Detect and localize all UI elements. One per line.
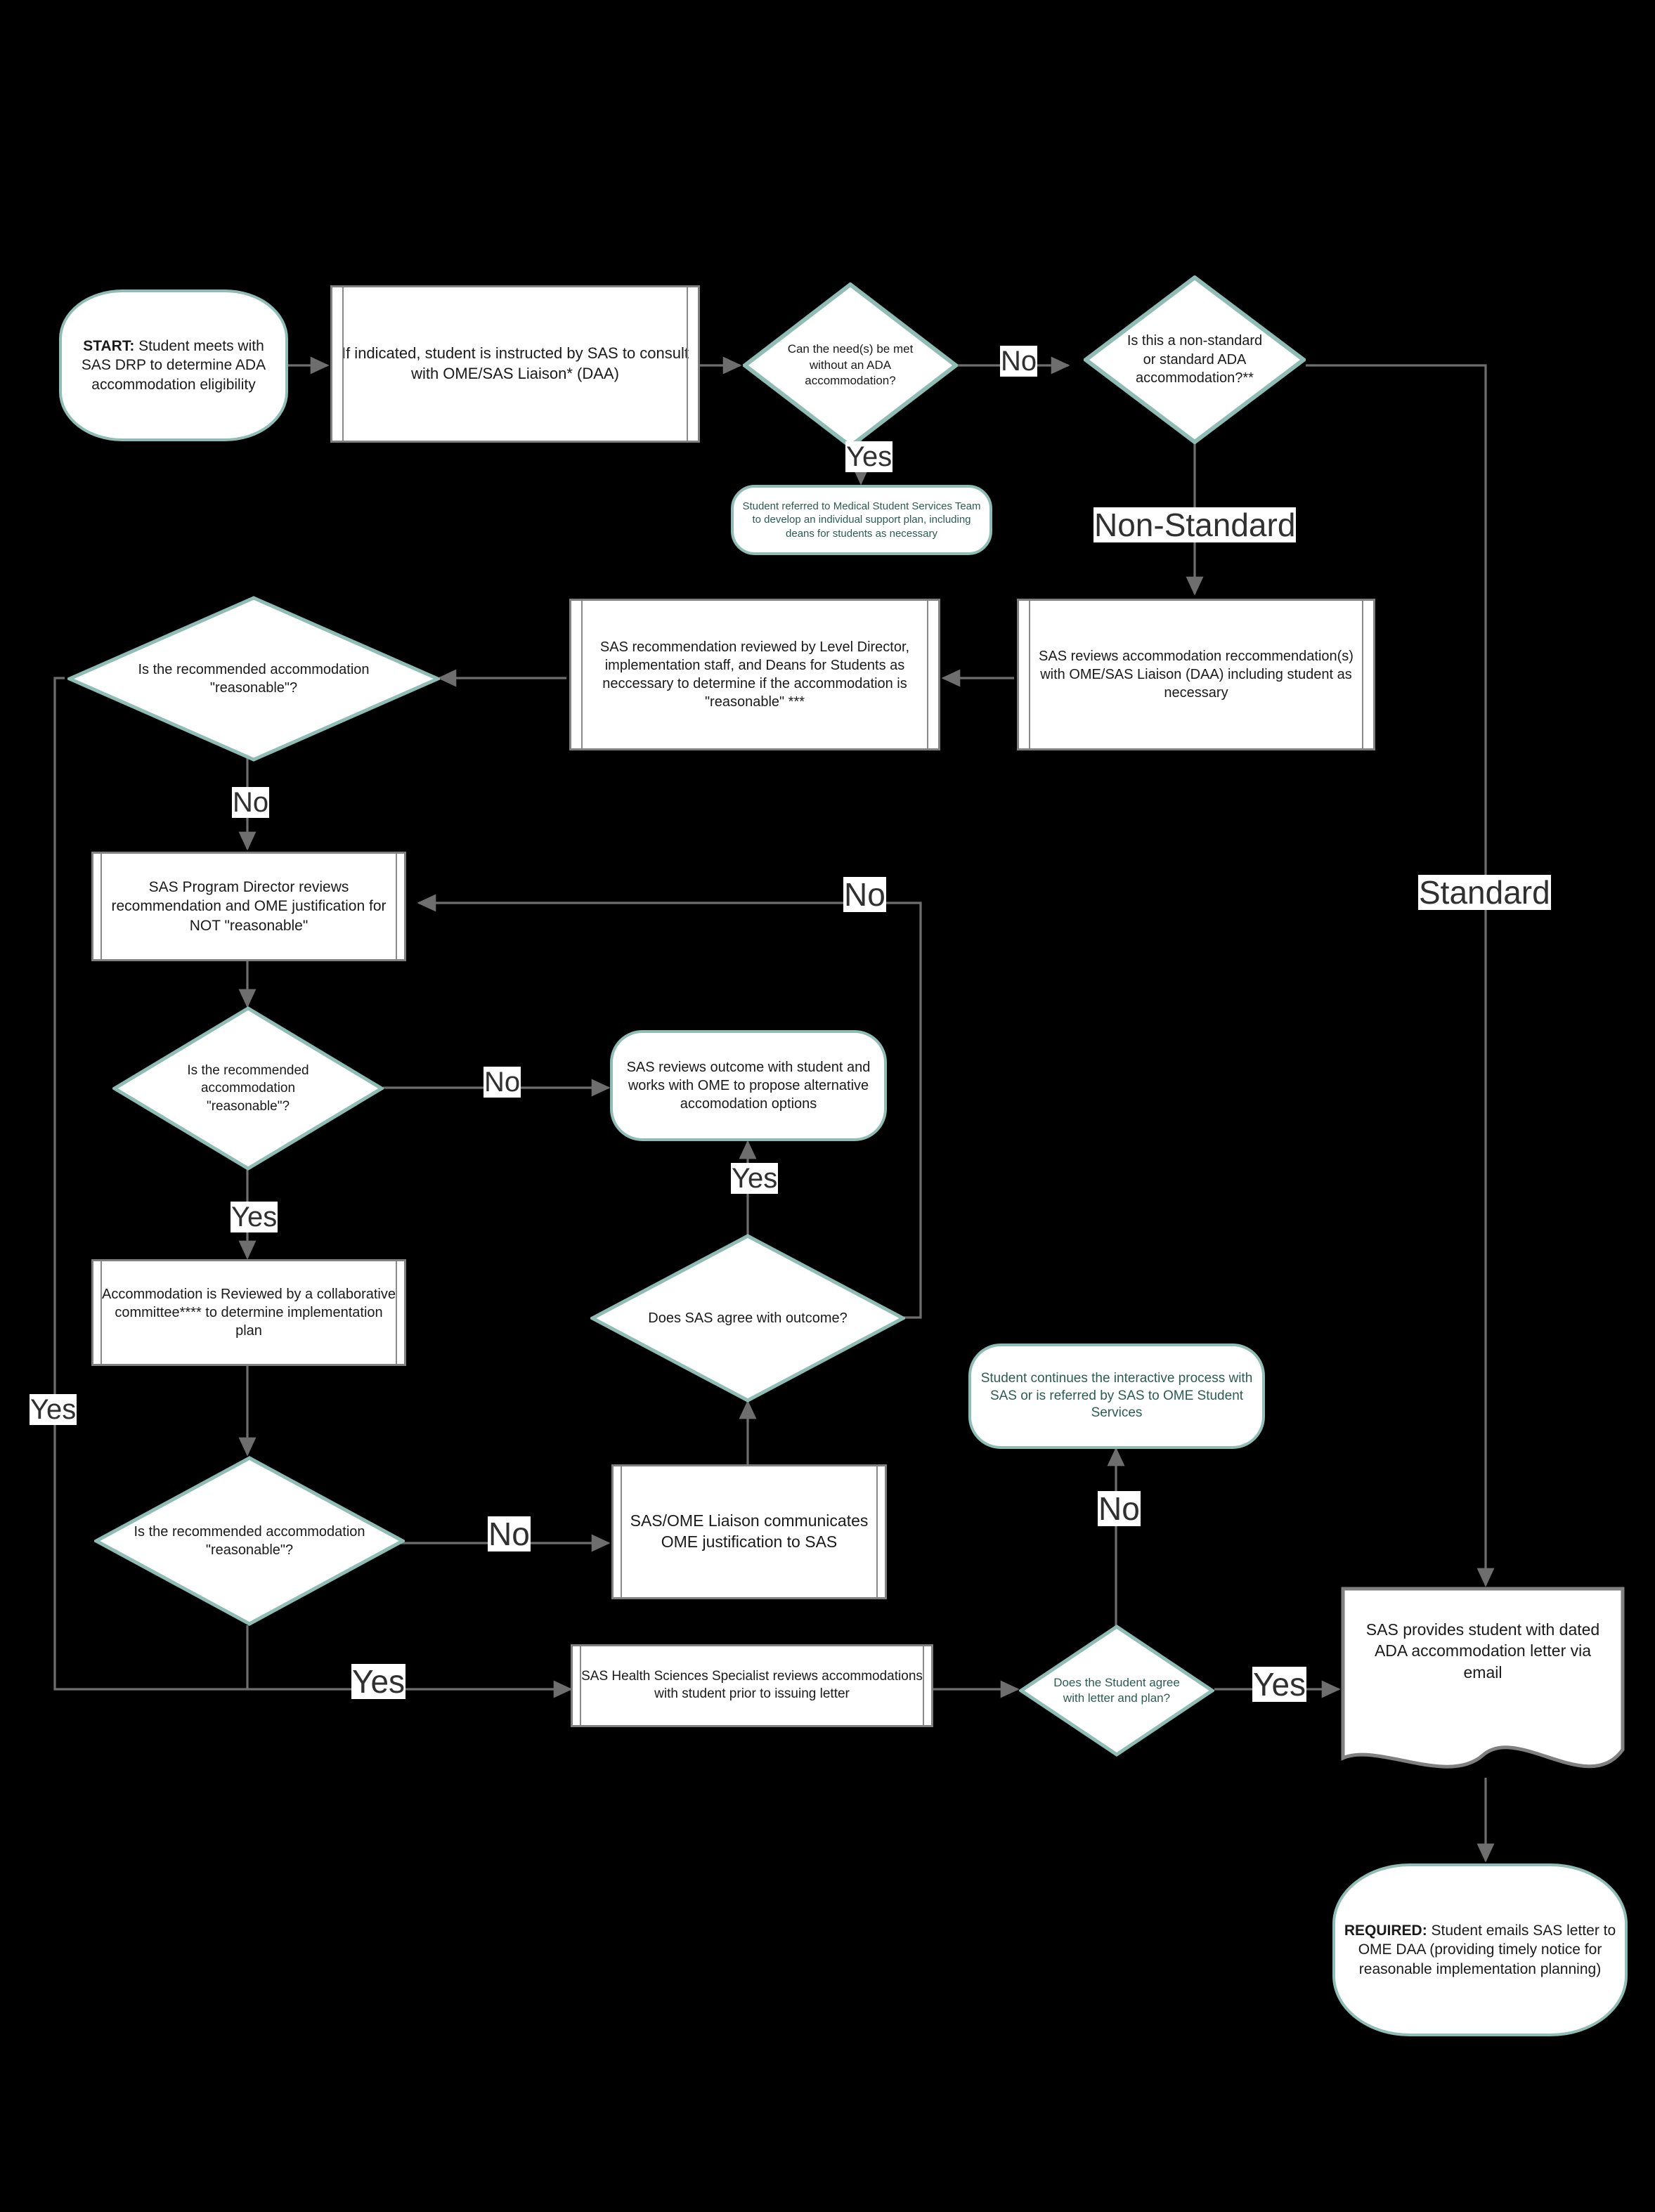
edge-label-no-reasonable-3: No	[488, 1516, 531, 1552]
node-need-met-decision[interactable]: Can the need(s) be met without an ADA ac…	[743, 282, 958, 448]
edge-label-no-sas-agree: No	[843, 876, 886, 913]
node-sas-recommendation-reviewed[interactable]: SAS recommendation reviewed by Level Dir…	[569, 599, 940, 750]
node-sas-recommendation-reviewed-label: SAS recommendation reviewed by Level Dir…	[599, 639, 910, 710]
flowchart-canvas: START: Student meets with SAS DRP to det…	[0, 0, 1655, 2212]
node-consult-liaison[interactable]: If indicated, student is instructed by S…	[330, 285, 700, 443]
edge-label-no-reasonable-1: No	[232, 787, 270, 818]
node-need-met-label: Can the need(s) be met without an ADA ac…	[787, 342, 914, 388]
node-standard-or-nonstandard-decision[interactable]: Is this a non-standard or standard ADA a…	[1084, 275, 1306, 444]
node-start[interactable]: START: Student meets with SAS DRP to det…	[59, 289, 288, 441]
edge-label-yes-reasonable-1: Yes	[30, 1394, 77, 1425]
node-accommodation-reviewed-label: Accommodation is Reviewed by a collabora…	[102, 1287, 396, 1339]
node-liaison-communicates-label: SAS/OME Liaison communicates OME justifi…	[630, 1511, 869, 1551]
edge-label-yes-reasonable-2: Yes	[231, 1202, 278, 1232]
edge-label-yes-sas-agree: Yes	[731, 1163, 779, 1194]
node-reasonable-decision-1-label: Is the recommended accommodation "reason…	[138, 661, 370, 696]
node-sas-program-director-label: SAS Program Director reviews recommendat…	[111, 879, 387, 934]
node-sas-program-director-review[interactable]: SAS Program Director reviews recommendat…	[91, 852, 406, 961]
node-sas-provides-letter-label: SAS provides student with dated ADA acco…	[1365, 1620, 1600, 1681]
edge-label-standard: Standard	[1418, 874, 1551, 911]
edge-label-yes-reasonable-3: Yes	[351, 1663, 406, 1700]
node-sas-agree-decision[interactable]: Does SAS agree with outcome?	[590, 1234, 905, 1403]
node-health-sciences-specialist-review[interactable]: SAS Health Sciences Specialist reviews a…	[571, 1644, 933, 1727]
node-sas-agree-label: Does SAS agree with outcome?	[648, 1310, 848, 1326]
node-referred-label: Student referred to Medical Student Serv…	[742, 500, 981, 540]
node-health-sciences-specialist-label: SAS Health Sciences Specialist reviews a…	[581, 1669, 923, 1701]
node-student-agree-letter-label: Does the Student agree with letter and p…	[1053, 1675, 1180, 1705]
node-reasonable-decision-2-label: Is the recommended accommodation "reason…	[187, 1063, 309, 1114]
edge-label-no-student-agree: No	[1098, 1490, 1141, 1527]
node-reasonable-decision-1[interactable]: Is the recommended accommodation "reason…	[67, 596, 440, 762]
edge-label-non-standard: Non-Standard	[1093, 507, 1297, 543]
node-start-label: START: Student meets with SAS DRP to det…	[81, 338, 266, 393]
node-sas-reviews-outcome-label: SAS reviews outcome with student and wor…	[626, 1060, 871, 1112]
node-required-label: REQUIRED: Student emails SAS letter to O…	[1344, 1923, 1616, 1977]
edge-label-no-need-met: No	[1000, 346, 1038, 377]
node-reasonable-decision-2[interactable]: Is the recommended accommodation "reason…	[112, 1006, 384, 1171]
node-reasonable-decision-3-label: Is the recommended accommodation "reason…	[134, 1523, 365, 1558]
node-consult-liaison-label: If indicated, student is instructed by S…	[341, 344, 689, 382]
node-standard-or-nonstandard-label: Is this a non-standard or standard ADA a…	[1127, 333, 1263, 386]
node-student-continues-label: Student continues the interactive proces…	[980, 1370, 1253, 1421]
node-reasonable-decision-3[interactable]: Is the recommended accommodation "reason…	[94, 1456, 405, 1626]
node-required-student-emails[interactable]: REQUIRED: Student emails SAS letter to O…	[1332, 1863, 1628, 2036]
node-student-continues-interactive[interactable]: Student continues the interactive proces…	[968, 1344, 1265, 1449]
edge-label-no-reasonable-2: No	[483, 1067, 521, 1098]
edge-label-yes-student-agree: Yes	[1252, 1666, 1307, 1703]
node-sas-reviews-outcome[interactable]: SAS reviews outcome with student and wor…	[610, 1030, 887, 1141]
edge-label-yes-need-met: Yes	[845, 441, 893, 472]
node-accommodation-reviewed-committee[interactable]: Accommodation is Reviewed by a collabora…	[91, 1259, 406, 1366]
node-sas-reviews-recommendation[interactable]: SAS reviews accommodation reccommendatio…	[1017, 599, 1375, 750]
node-sas-provides-letter-document[interactable]: SAS provides student with dated ADA acco…	[1341, 1587, 1625, 1778]
node-referred-medical-student-services[interactable]: Student referred to Medical Student Serv…	[731, 485, 992, 555]
node-liaison-communicates-justification[interactable]: SAS/OME Liaison communicates OME justifi…	[611, 1464, 887, 1599]
node-sas-reviews-recommendation-label: SAS reviews accommodation reccommendatio…	[1039, 649, 1354, 701]
node-student-agree-letter-decision[interactable]: Does the Student agree with letter and p…	[1019, 1625, 1214, 1757]
